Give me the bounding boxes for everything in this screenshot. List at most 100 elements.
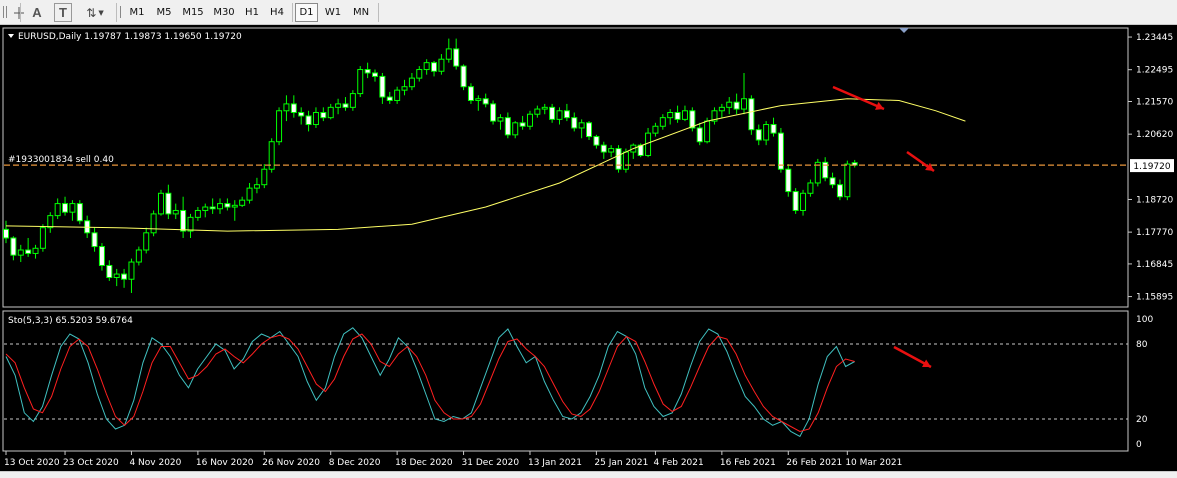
candle-body xyxy=(844,163,851,198)
time-tick-label: 8 Dec 2020 xyxy=(329,458,381,468)
candle-body xyxy=(150,213,157,234)
candle-body xyxy=(571,117,578,129)
candle-body xyxy=(704,120,711,143)
toolbar-separator xyxy=(20,3,21,22)
candle-body xyxy=(777,132,784,170)
candle-body xyxy=(3,228,9,239)
candle-body xyxy=(807,182,814,194)
candle-body xyxy=(298,112,305,117)
timeframe-m15[interactable]: M15 xyxy=(178,3,208,22)
price-tick-label: 1.15895 xyxy=(1136,293,1173,303)
current-price-text: 1.19720 xyxy=(1133,162,1170,172)
red-arrow-shaft xyxy=(832,85,885,111)
time-tick-label: 13 Oct 2020 xyxy=(4,458,60,468)
time-axis: 13 Oct 2020 23 Oct 2020 4 Nov 2020 16 Nov 2… xyxy=(4,451,902,468)
candle-body xyxy=(467,86,474,101)
candle-body xyxy=(69,203,76,213)
candle-body xyxy=(836,184,843,198)
candle-body xyxy=(748,98,755,131)
candle-body xyxy=(320,112,327,119)
candle-body xyxy=(667,112,674,119)
chart-toolbar: A T ⇅ ▼ M1 M5 M15 M30 H1 H4 D1 W1 MN xyxy=(0,0,1177,25)
candle-body xyxy=(386,96,393,101)
candle-body xyxy=(364,69,371,74)
candle-body xyxy=(17,249,24,256)
candle-body xyxy=(770,124,777,134)
crosshair-icon[interactable] xyxy=(12,3,26,22)
candle-body xyxy=(143,232,150,251)
candle-body xyxy=(512,122,519,136)
candle-body xyxy=(32,247,39,254)
candle-body xyxy=(785,168,792,193)
toolbar-grip-icon[interactable] xyxy=(0,4,10,20)
candle-body xyxy=(563,110,570,119)
candle-body xyxy=(438,58,445,72)
candle-body xyxy=(645,132,652,156)
timeframe-h4[interactable]: H4 xyxy=(265,3,289,22)
candle-body xyxy=(327,106,334,119)
arrows-tool-icon[interactable]: ⇅ ▼ xyxy=(82,3,108,22)
candle-body xyxy=(586,122,593,138)
candle-body xyxy=(792,191,799,211)
candle-body xyxy=(180,209,187,232)
price-tick-label: 1.16845 xyxy=(1136,260,1173,270)
annotation-arrows xyxy=(832,85,935,369)
candle-body xyxy=(526,113,533,127)
candle-body xyxy=(733,101,740,110)
candle-body xyxy=(401,86,408,91)
indicator-tick-label: 20 xyxy=(1136,415,1148,425)
candle-body xyxy=(741,98,747,110)
time-tick-label: 26 Nov 2020 xyxy=(262,458,320,468)
candle-body xyxy=(379,75,386,98)
time-tick-label: 4 Feb 2021 xyxy=(653,458,703,468)
time-tick-label: 23 Oct 2020 xyxy=(63,458,119,468)
timeframe-mn[interactable]: MN xyxy=(347,3,375,22)
timeframe-m1[interactable]: M1 xyxy=(124,3,150,22)
price-tick-label: 1.21570 xyxy=(1136,98,1173,108)
text-box-tool-icon[interactable]: T xyxy=(54,3,72,22)
collapse-triangle-icon xyxy=(8,34,14,38)
candle-body xyxy=(121,273,128,280)
candle-body xyxy=(504,117,511,136)
candle-body xyxy=(593,136,600,146)
candle-body xyxy=(165,192,172,215)
toolbar-separator xyxy=(378,3,379,22)
time-tick-label: 18 Dec 2020 xyxy=(395,458,453,468)
dropdown-caret-icon: ▼ xyxy=(98,8,104,17)
indicator-frame xyxy=(2,310,1129,452)
candle-body xyxy=(209,206,216,210)
candle-body xyxy=(305,115,312,126)
candle-body xyxy=(408,77,415,88)
chart-window[interactable]: #1933001834 sell 0.40 1.19720 EURUSD,Dai… xyxy=(0,25,1177,471)
timeframe-m5[interactable]: M5 xyxy=(151,3,177,22)
candle-body xyxy=(829,177,836,186)
chart-shift-marker-icon xyxy=(899,28,909,33)
arrows-glyph: ⇅ xyxy=(86,5,97,20)
timeframe-w1[interactable]: W1 xyxy=(320,3,346,22)
price-tick-label: 1.17770 xyxy=(1136,228,1173,238)
candle-body xyxy=(54,203,61,217)
timeframe-d1[interactable]: D1 xyxy=(295,3,318,22)
price-chart[interactable]: #1933001834 sell 0.40 1.19720 EURUSD,Dai… xyxy=(0,25,1177,471)
candle-body xyxy=(276,110,283,143)
candle-body xyxy=(659,117,666,127)
timeframe-m30[interactable]: M30 xyxy=(209,3,239,22)
candle-body xyxy=(652,125,659,134)
candle-body xyxy=(497,117,504,122)
price-tick-label: 1.22495 xyxy=(1136,66,1173,76)
price-tick-label: 1.23445 xyxy=(1136,33,1173,43)
candles-group xyxy=(3,38,858,293)
candle-body xyxy=(202,206,209,211)
candle-body xyxy=(608,148,615,153)
candle-body xyxy=(718,106,725,112)
candle-body xyxy=(490,103,497,122)
time-tick-label: 16 Nov 2020 xyxy=(196,458,254,468)
candle-body xyxy=(10,237,17,256)
time-tick-label: 10 Mar 2021 xyxy=(845,458,902,468)
candle-body xyxy=(25,249,32,254)
text-label-tool-icon[interactable]: A xyxy=(28,3,46,22)
timeframe-h1[interactable]: H1 xyxy=(240,3,264,22)
candle-body xyxy=(696,127,703,143)
candle-body xyxy=(113,273,120,278)
time-tick-label: 4 Nov 2020 xyxy=(129,458,181,468)
